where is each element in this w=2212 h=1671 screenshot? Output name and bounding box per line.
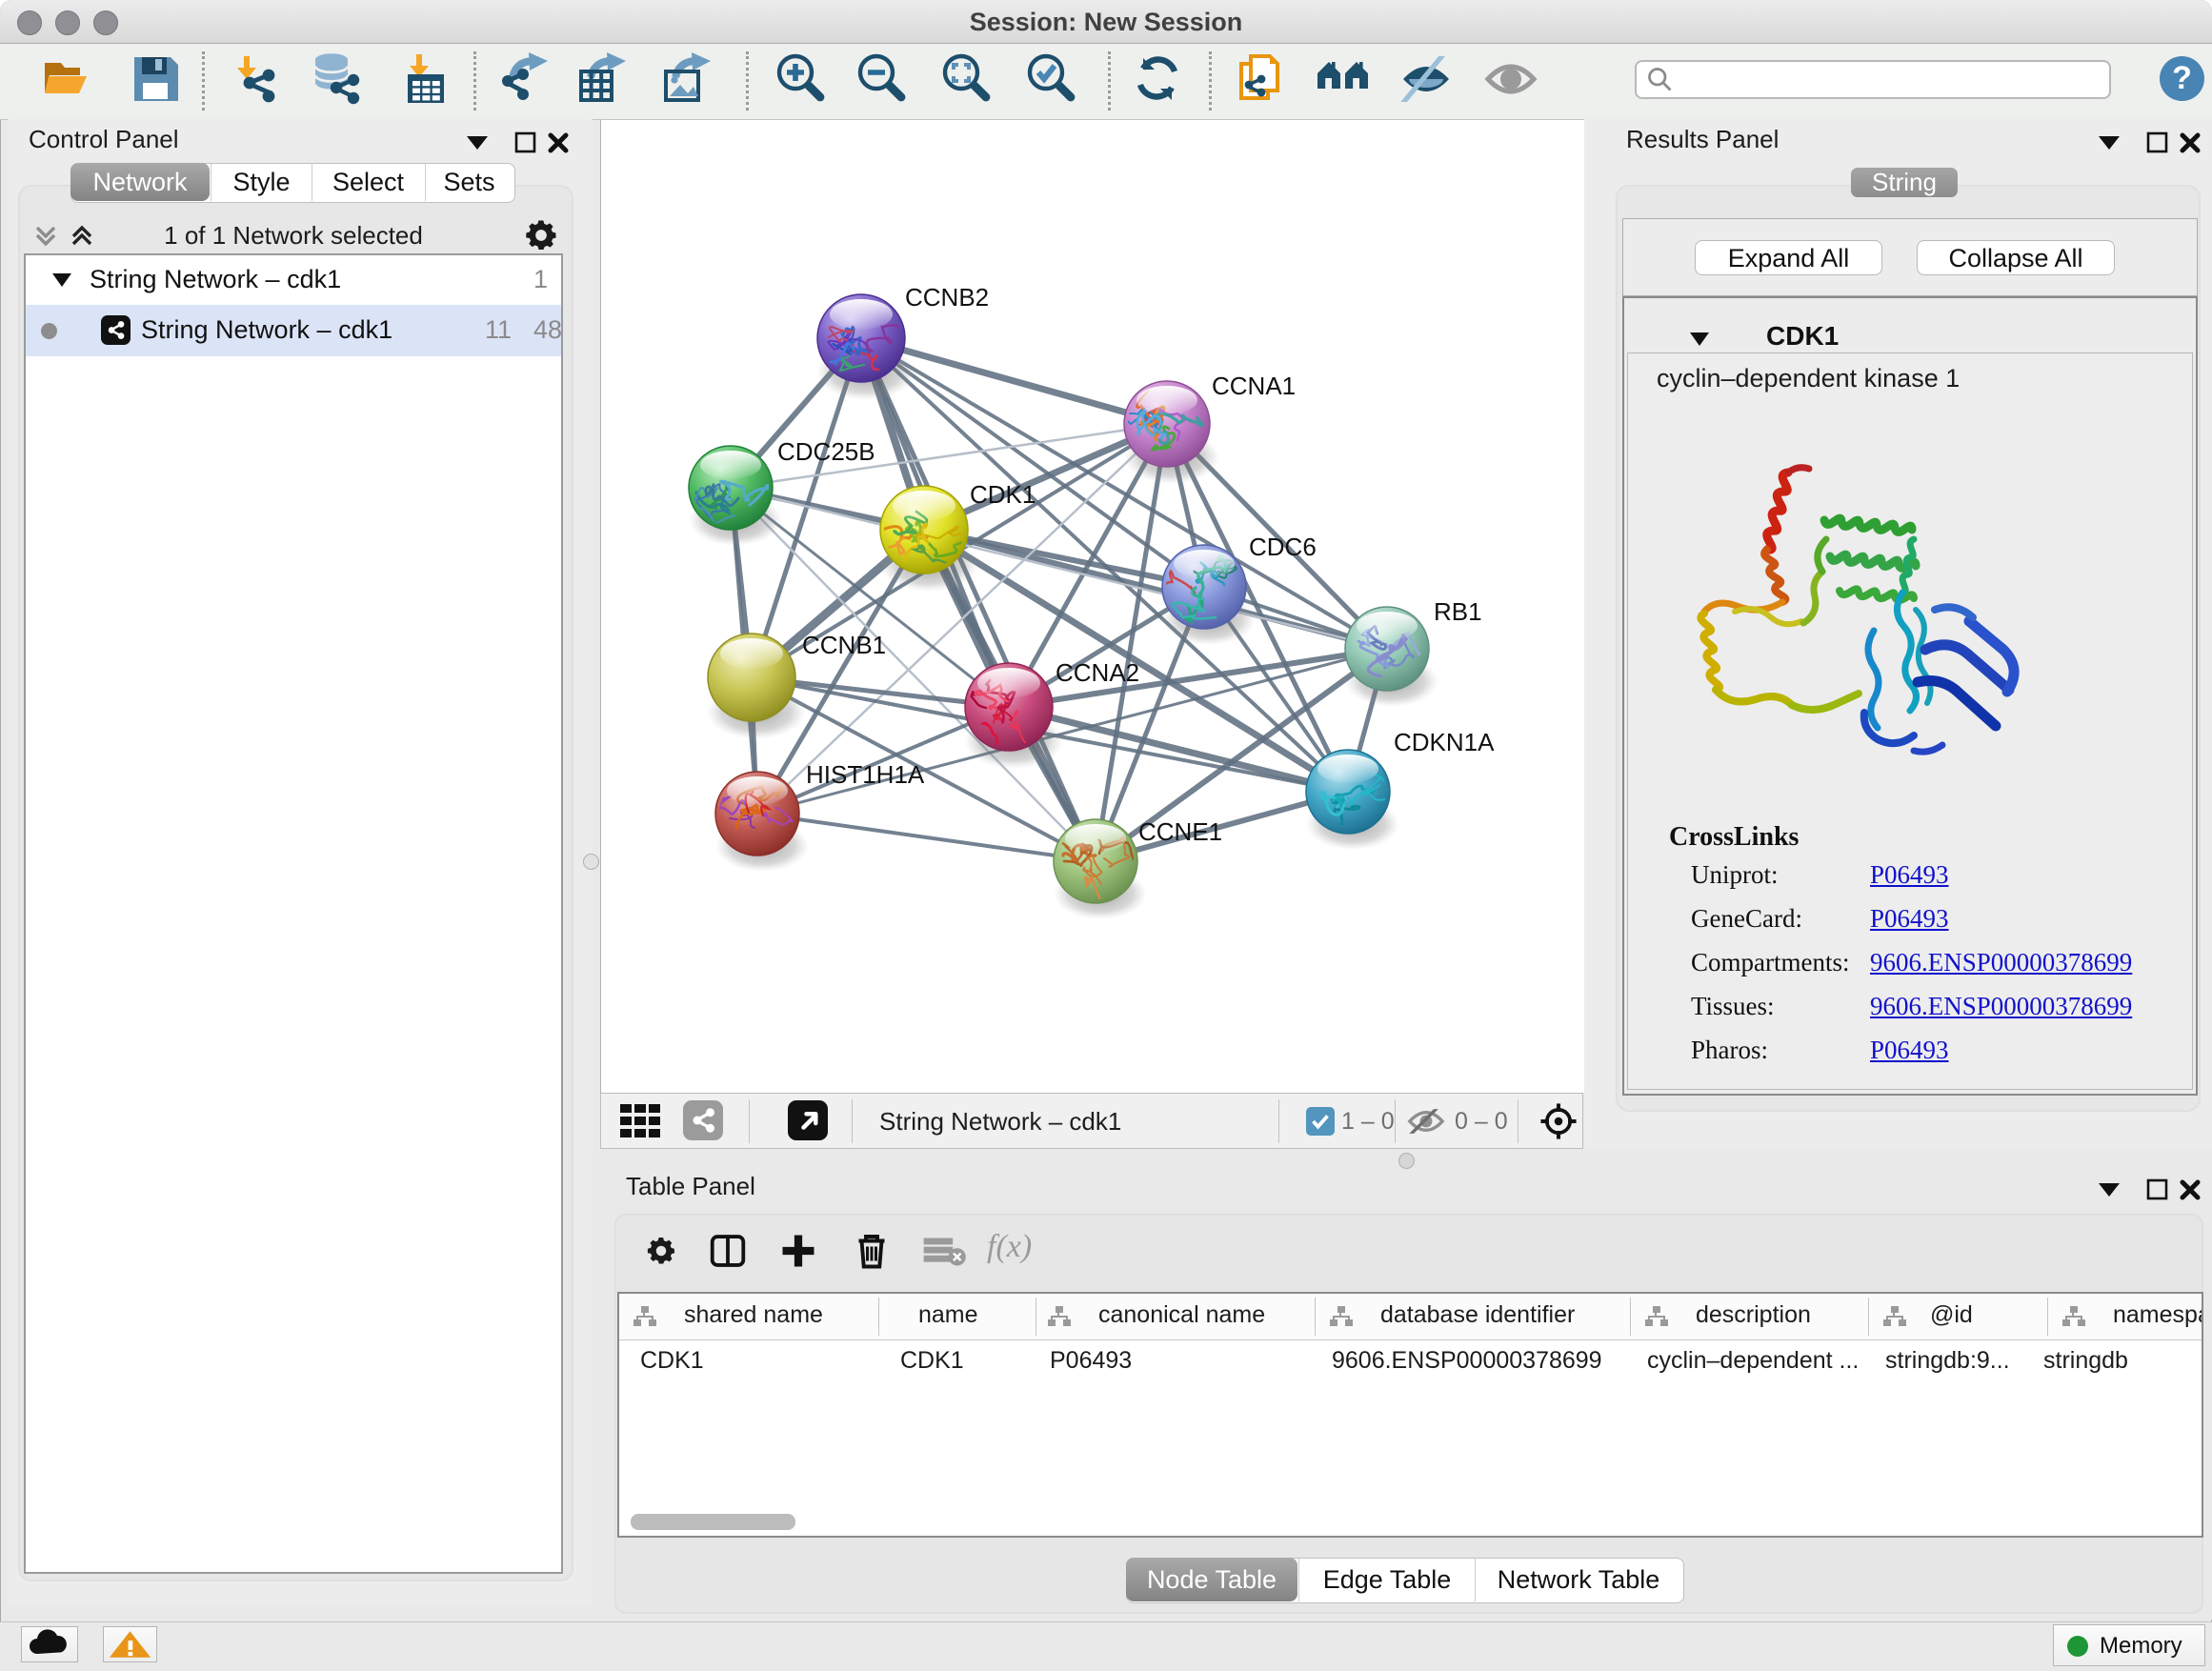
- svg-text:CCNA2: CCNA2: [1056, 658, 1139, 687]
- svg-text:RB1: RB1: [1434, 597, 1482, 626]
- svg-text:CDK1: CDK1: [970, 480, 1036, 509]
- svg-text:CCNA1: CCNA1: [1212, 372, 1296, 400]
- svg-text:CDC25B: CDC25B: [777, 437, 875, 466]
- svg-text:CDKN1A: CDKN1A: [1394, 728, 1495, 756]
- svg-text:CDC6: CDC6: [1249, 533, 1317, 561]
- svg-text:CCNB2: CCNB2: [905, 283, 989, 312]
- svg-text:CCNB1: CCNB1: [802, 631, 886, 659]
- svg-text:HIST1H1A: HIST1H1A: [806, 760, 925, 789]
- svg-text:CCNE1: CCNE1: [1138, 817, 1222, 846]
